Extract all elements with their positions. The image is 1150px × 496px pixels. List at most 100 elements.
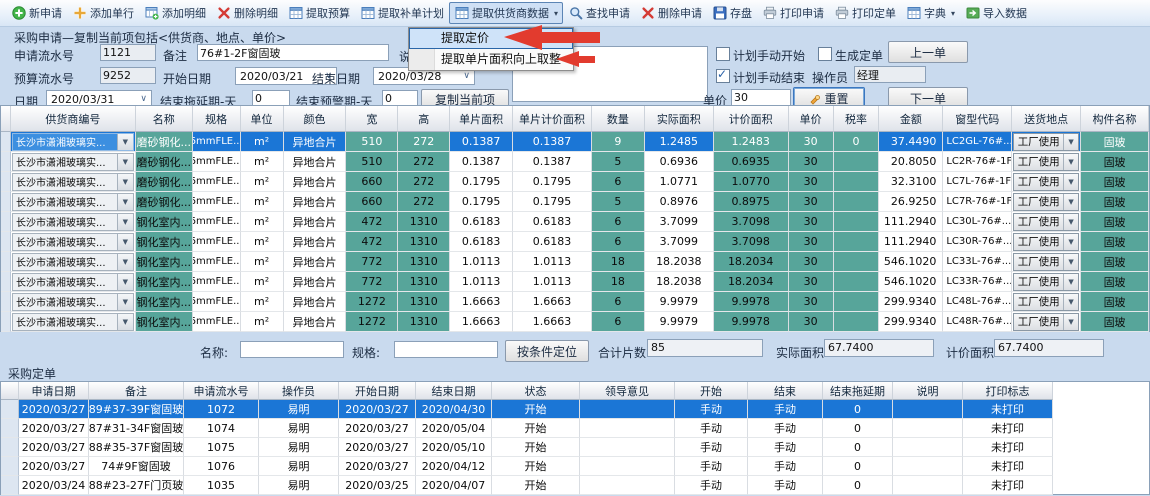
cell-actual_area[interactable]: 1.0771 xyxy=(645,172,714,192)
cell-serial[interactable]: 1076 xyxy=(184,457,259,476)
chevron-down-icon[interactable]: ▼ xyxy=(1063,194,1078,210)
cell-actual_area[interactable]: 3.7099 xyxy=(645,232,714,252)
cell-note[interactable] xyxy=(893,419,963,438)
cell-price_area[interactable]: 9.9978 xyxy=(714,292,789,312)
cell-spec[interactable]: 6mmFLE... xyxy=(193,132,241,152)
cell-end_date[interactable]: 2020/05/10 xyxy=(416,438,492,457)
cell-start[interactable]: 手动 xyxy=(675,438,748,457)
cell-piece_area[interactable]: 1.6663 xyxy=(450,312,513,332)
column-header-color[interactable]: 颜色 xyxy=(284,106,347,132)
supplier-combobox[interactable]: 长沙市潇湘玻璃实...▼ xyxy=(12,133,134,151)
cell-width[interactable]: 472 xyxy=(346,232,398,252)
cell-color[interactable]: 异地合片 xyxy=(284,212,347,232)
chevron-down-icon[interactable]: ▼ xyxy=(117,134,133,150)
supplier-combobox[interactable]: 长沙市潇湘玻璃实...▼ xyxy=(12,293,134,311)
toolbar-button-extract-supplement-plan[interactable]: 提取补单计划 xyxy=(355,2,449,24)
column-header-component[interactable]: 构件名称 xyxy=(1081,106,1149,132)
cell-spec[interactable]: 6mmFLE... xyxy=(193,272,241,292)
table-row[interactable]: 2020/03/2789#37-39F窗固玻1072易明2020/03/2720… xyxy=(1,400,1149,419)
cell-width[interactable]: 1272 xyxy=(346,312,398,332)
cell-unit_price[interactable]: 30 xyxy=(789,292,834,312)
cell-actual_area[interactable]: 0.8976 xyxy=(645,192,714,212)
menu-item[interactable]: 提取定价 xyxy=(409,28,573,49)
cell-actual_area[interactable]: 9.9979 xyxy=(645,292,714,312)
chevron-down-icon[interactable]: ▼ xyxy=(1063,274,1078,290)
cell-window_code[interactable]: LC30R-76#... xyxy=(943,232,1012,252)
cell-height[interactable]: 1310 xyxy=(398,232,450,252)
cell-piece_area[interactable]: 1.0113 xyxy=(450,272,513,292)
chevron-down-icon[interactable]: ▼ xyxy=(1063,294,1078,310)
chevron-down-icon[interactable]: ▼ xyxy=(117,314,133,330)
cell-width[interactable]: 772 xyxy=(346,272,398,292)
cell-piece_price_area[interactable]: 0.6183 xyxy=(513,232,592,252)
cell-end_date[interactable]: 2020/05/04 xyxy=(416,419,492,438)
cell-start[interactable]: 手动 xyxy=(675,419,748,438)
cell-unit_price[interactable]: 30 xyxy=(789,212,834,232)
cell-window_code[interactable]: LC7R-76#-1FO xyxy=(943,192,1012,212)
cell-leader[interactable] xyxy=(580,438,675,457)
cell-tax_rate[interactable] xyxy=(834,272,880,292)
cell-end[interactable]: 手动 xyxy=(748,457,823,476)
cell-print[interactable]: 未打印 xyxy=(963,476,1053,495)
chevron-down-icon[interactable]: ▼ xyxy=(1063,154,1078,170)
unit-price-field[interactable] xyxy=(731,89,791,106)
toolbar-button-extract-supplier-data[interactable]: 提取供货商数据▾ xyxy=(449,2,563,24)
cell-remark[interactable]: 88#23-27F门页玻 xyxy=(89,476,184,495)
cell-piece_price_area[interactable]: 1.0113 xyxy=(513,252,592,272)
cell-price_area[interactable]: 18.2034 xyxy=(714,272,789,292)
table-row[interactable]: 长沙市潇湘玻璃实...▼钢化室内...6mmFLE...m²异地合片472131… xyxy=(1,232,1149,252)
cell-color[interactable]: 异地合片 xyxy=(284,132,347,152)
cell-delivery[interactable]: 工厂使用▼ xyxy=(1012,272,1081,292)
column-header-start[interactable]: 开始 xyxy=(675,382,748,400)
cell-delay[interactable]: 0 xyxy=(823,476,893,495)
cell-delay[interactable]: 0 xyxy=(823,438,893,457)
budget-serial-field[interactable] xyxy=(100,67,156,84)
cell-spec[interactable]: 6mmFLE... xyxy=(193,212,241,232)
cell-operator[interactable]: 易明 xyxy=(259,438,339,457)
cell-component[interactable]: 固玻 xyxy=(1081,212,1149,232)
generate-order-checkbox[interactable] xyxy=(818,47,832,61)
cell-apply_date[interactable]: 2020/03/27 xyxy=(19,438,89,457)
cell-unit_price[interactable]: 30 xyxy=(789,232,834,252)
cell-status[interactable]: 开始 xyxy=(492,476,580,495)
cell-component[interactable]: 固玻 xyxy=(1081,312,1149,332)
chevron-down-icon[interactable]: ▼ xyxy=(117,294,133,310)
cell-qty[interactable]: 18 xyxy=(592,272,645,292)
cell-width[interactable]: 660 xyxy=(346,192,398,212)
cell-component[interactable]: 固玻 xyxy=(1081,172,1149,192)
cell-width[interactable]: 772 xyxy=(346,252,398,272)
cell-qty[interactable]: 5 xyxy=(592,192,645,212)
delivery-dropdown[interactable]: 工厂使用▼ xyxy=(1013,313,1079,331)
column-header-delivery[interactable]: 送货地点 xyxy=(1012,106,1081,132)
cell-name[interactable]: 磨砂钢化... xyxy=(136,132,193,152)
column-header-note[interactable]: 说明 xyxy=(893,382,963,400)
cell-operator[interactable]: 易明 xyxy=(259,419,339,438)
delivery-dropdown[interactable]: 工厂使用▼ xyxy=(1013,233,1079,251)
chevron-down-icon[interactable]: ▼ xyxy=(117,194,133,210)
cell-tax_rate[interactable] xyxy=(834,212,880,232)
cell-tax_rate[interactable] xyxy=(834,252,880,272)
cell-serial[interactable]: 1074 xyxy=(184,419,259,438)
cell-delivery[interactable]: 工厂使用▼ xyxy=(1012,152,1081,172)
cell-price_area[interactable]: 18.2034 xyxy=(714,252,789,272)
cell-price_area[interactable]: 0.8975 xyxy=(714,192,789,212)
cell-name[interactable]: 磨砂钢化... xyxy=(136,152,193,172)
cell-unit[interactable]: m² xyxy=(241,292,284,312)
column-header-price_area[interactable]: 计价面积 xyxy=(714,106,789,132)
chevron-down-icon[interactable]: ▼ xyxy=(117,174,133,190)
cell-amount[interactable]: 111.2940 xyxy=(879,212,943,232)
cell-piece_area[interactable]: 1.6663 xyxy=(450,292,513,312)
delivery-dropdown[interactable]: 工厂使用▼ xyxy=(1013,193,1079,211)
column-header-piece_price_area[interactable]: 单片计价面积 xyxy=(513,106,592,132)
column-header-delay[interactable]: 结束拖延期 xyxy=(823,382,893,400)
cell-window_code[interactable]: LC7L-76#-1FO xyxy=(943,172,1012,192)
cell-component[interactable]: 固玻 xyxy=(1081,192,1149,212)
cell-supplier[interactable]: 长沙市潇湘玻璃实...▼ xyxy=(11,132,136,152)
cell-qty[interactable]: 6 xyxy=(592,212,645,232)
cell-amount[interactable]: 546.1020 xyxy=(879,252,943,272)
cell-print[interactable]: 未打印 xyxy=(963,438,1053,457)
cell-name[interactable]: 钢化室内... xyxy=(136,212,193,232)
delivery-dropdown[interactable]: 工厂使用▼ xyxy=(1013,213,1079,231)
column-header-name[interactable]: 名称 xyxy=(136,106,193,132)
cell-color[interactable]: 异地合片 xyxy=(284,312,347,332)
